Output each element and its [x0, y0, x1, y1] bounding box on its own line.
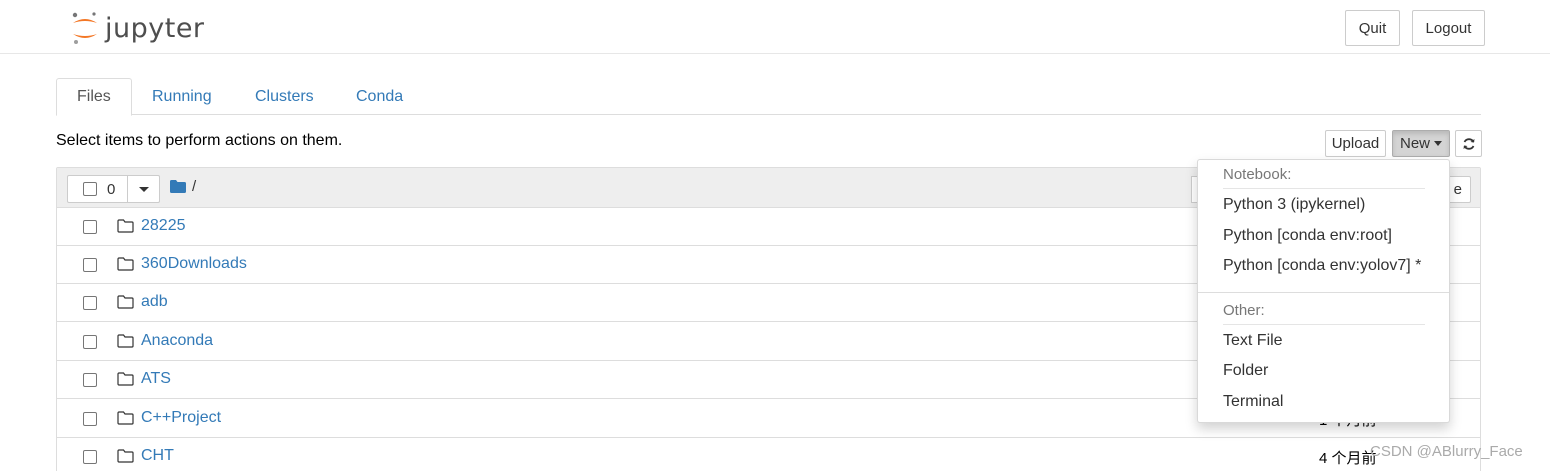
item-checkbox[interactable] — [83, 335, 97, 349]
file-name-link[interactable]: C++Project — [141, 409, 221, 427]
selection-hint: Select items to perform actions on them. — [56, 132, 343, 149]
file-name-link[interactable]: CHT — [141, 447, 174, 465]
folder-icon — [117, 219, 134, 233]
watermark: CSDN @ABlurry_Face — [1370, 443, 1523, 460]
upload-button[interactable]: Upload — [1325, 130, 1386, 157]
file-name-link[interactable]: ATS — [141, 370, 171, 388]
other-section-header: Other: — [1223, 302, 1265, 319]
folder-icon — [117, 334, 134, 348]
chevron-down-icon — [138, 186, 149, 192]
item-checkbox[interactable] — [83, 296, 97, 310]
item-checkbox[interactable] — [83, 258, 97, 272]
menu-item-folder[interactable]: Folder — [1223, 362, 1268, 380]
modified-time: 4 个月前 — [1319, 450, 1377, 467]
jupyter-logo-icon — [72, 12, 97, 44]
file-name-link[interactable]: 28225 — [141, 217, 186, 235]
file-name-link[interactable]: 360Downloads — [141, 255, 247, 273]
notebook-section-header: Notebook: — [1223, 166, 1292, 183]
menu-item-text-file[interactable]: Text File — [1223, 332, 1283, 350]
folder-icon — [117, 449, 134, 463]
item-checkbox[interactable] — [83, 450, 97, 464]
menu-item-terminal[interactable]: Terminal — [1223, 393, 1283, 411]
item-checkbox[interactable] — [83, 220, 97, 234]
menu-separator — [1223, 324, 1425, 325]
file-name-link[interactable]: Anaconda — [141, 332, 213, 350]
logout-button[interactable]: Logout — [1412, 10, 1485, 46]
select-all-group: 0 — [67, 175, 160, 203]
menu-separator — [1223, 188, 1425, 189]
tab-files[interactable]: Files — [56, 78, 132, 116]
new-dropdown-menu: Notebook: Python 3 (ipykernel) Python [c… — [1197, 159, 1450, 423]
tab-running[interactable]: Running — [132, 78, 232, 115]
menu-item-conda-root[interactable]: Python [conda env:root] — [1223, 227, 1392, 245]
jupyter-logo[interactable]: jupyter — [70, 10, 205, 46]
file-name-link[interactable]: adb — [141, 293, 168, 311]
folder-icon — [117, 372, 134, 386]
folder-icon — [117, 295, 134, 309]
selected-count: 0 — [107, 180, 116, 198]
refresh-icon — [1463, 137, 1474, 150]
folder-icon[interactable] — [170, 180, 186, 193]
logo-text: jupyter — [105, 12, 205, 44]
item-checkbox[interactable] — [83, 412, 97, 426]
select-menu-toggle[interactable] — [128, 176, 159, 202]
refresh-button[interactable] — [1455, 130, 1482, 157]
top-header: jupyter Quit Logout — [0, 0, 1550, 54]
list-item[interactable]: CHT 4 个月前 — [57, 438, 1480, 471]
item-checkbox[interactable] — [83, 373, 97, 387]
new-button[interactable]: New — [1392, 130, 1450, 157]
folder-icon — [117, 257, 134, 271]
new-button-label: New — [1399, 135, 1430, 152]
select-all-checkbox[interactable] — [83, 182, 97, 196]
breadcrumb: / — [170, 178, 196, 195]
breadcrumb-root[interactable]: / — [192, 178, 196, 195]
menu-divider — [1198, 292, 1449, 293]
menu-item-python3-ipykernel[interactable]: Python 3 (ipykernel) — [1223, 196, 1365, 214]
menu-item-conda-yolov7[interactable]: Python [conda env:yolov7] * — [1223, 257, 1421, 275]
chevron-down-icon — [1434, 141, 1442, 146]
tab-clusters[interactable]: Clusters — [235, 78, 334, 115]
folder-icon — [117, 411, 134, 425]
main-tabs: Files Running Clusters Conda — [56, 78, 1481, 116]
tab-conda[interactable]: Conda — [336, 78, 423, 115]
quit-button[interactable]: Quit — [1345, 10, 1400, 46]
